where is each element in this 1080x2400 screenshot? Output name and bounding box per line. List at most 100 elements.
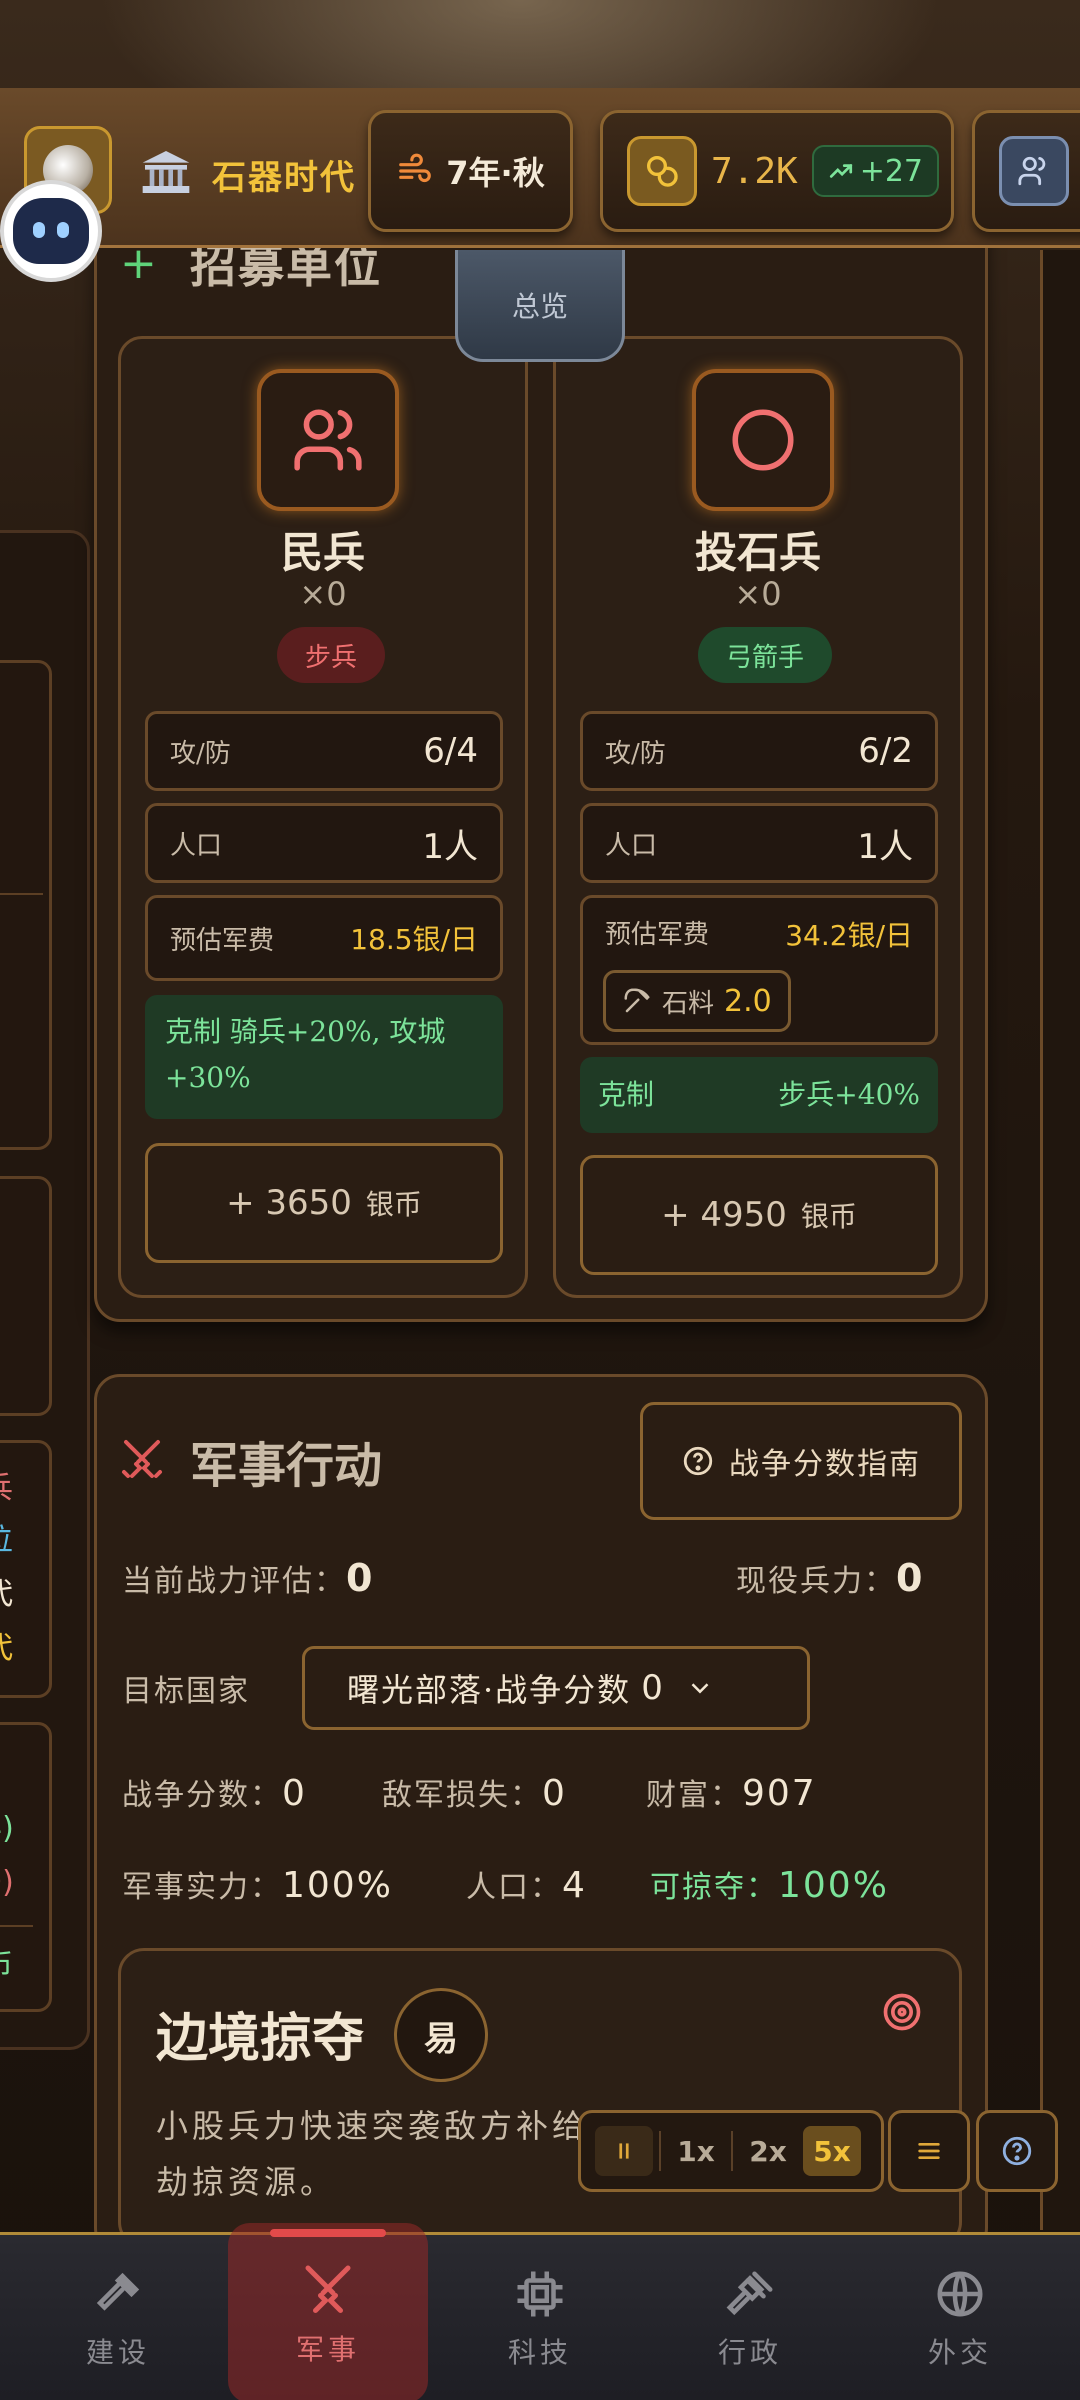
enemy-loss-value: 0: [542, 1773, 567, 1814]
stat-label: 人口: [605, 830, 658, 861]
military-strength: 军事实力：100%: [122, 1862, 393, 1906]
help-button[interactable]: [976, 2110, 1058, 2192]
left-strip-text: 币: [0, 1941, 13, 1985]
population-label: 人口：: [466, 1870, 562, 1905]
recruit-button[interactable]: + 3650 银币: [145, 1143, 503, 1263]
left-card[interactable]: 兵 位 代 代: [0, 1440, 52, 1698]
counter-label: 克制: [598, 1078, 655, 1111]
users-icon: [999, 136, 1069, 206]
military-title: 军事行动: [190, 1438, 383, 1494]
stat-atk-def: 攻/防 6/2: [580, 711, 938, 791]
strength-label: 军事实力：: [122, 1870, 282, 1905]
left-strip-text: 代: [0, 1569, 13, 1613]
nav-label: 军事: [295, 2333, 360, 2366]
recruit-currency: 银币: [365, 1188, 422, 1221]
unit-name: 民兵: [280, 528, 365, 577]
silver-amount: 7.2K: [711, 150, 798, 192]
recruit-price: + 3650: [226, 1183, 352, 1223]
wealth-label: 财富：: [646, 1778, 742, 1813]
gavel-icon: [726, 2271, 773, 2316]
stat-label: 预估军费: [605, 920, 710, 950]
recruit-price: + 4950: [661, 1195, 787, 1235]
wealth-value: 907: [742, 1773, 817, 1814]
material-value: 2.0: [724, 983, 772, 1019]
game-speed-control: 1x 2x 5x: [578, 2110, 884, 2192]
recruit-button[interactable]: + 4950 银币: [580, 1155, 938, 1275]
tab-overview[interactable]: 总览: [455, 250, 625, 362]
counter-info: 克制 骑兵+20%, 攻城 +30%: [145, 995, 503, 1119]
material-label: 石料: [662, 988, 715, 1019]
divider: [731, 2131, 733, 2171]
stat-value: 1人: [422, 826, 478, 867]
enemy-population: 人口：4: [466, 1862, 587, 1906]
pickaxe-icon: [624, 988, 650, 1013]
silver-display[interactable]: 7.2K +27: [600, 110, 954, 232]
active-troops: 现役兵力：0: [736, 1556, 924, 1600]
plunderable: 可掠夺：100%: [650, 1862, 889, 1906]
unit-card-militia[interactable]: 民兵 ×0 步兵 攻/防 6/4 人口 1人 预估军费 18.5银/日 克制 骑…: [118, 336, 528, 1298]
war-score: 战争分数：0: [122, 1770, 307, 1814]
active-indicator: [270, 2229, 386, 2237]
stat-value: 18.5银/日: [350, 923, 478, 956]
nav-diplomacy[interactable]: 外交: [860, 2235, 1060, 2400]
menu-button[interactable]: [888, 2110, 970, 2192]
stat-value: 6/2: [858, 731, 913, 771]
classical-building-icon: [142, 151, 190, 193]
stat-value: 6/4: [423, 731, 478, 771]
stat-label: 人口: [170, 830, 223, 861]
users-icon: [257, 369, 399, 511]
raid-title: 边境掠夺: [156, 2008, 365, 2069]
nav-label: 行政: [717, 2336, 782, 2369]
speed-2x-button[interactable]: 2x: [739, 2126, 797, 2176]
silver-income: +27: [859, 153, 924, 189]
crossed-swords-icon: [305, 2265, 351, 2313]
left-strip-text: 位: [0, 1515, 13, 1559]
left-card[interactable]: [0, 1176, 52, 1416]
bottom-navigation: 建设 军事 科技 行政 外交: [0, 2223, 1080, 2400]
coins-icon: [627, 136, 697, 206]
nav-label: 科技: [507, 2336, 572, 2369]
stat-population: 人口 1人: [145, 803, 503, 883]
active-troops-label: 现役兵力：: [736, 1564, 896, 1599]
season-text: 7年·秋: [446, 154, 545, 192]
population-value: 4: [562, 1865, 587, 1906]
unit-type-badge: 弓箭手: [698, 627, 833, 683]
nav-admin[interactable]: 行政: [650, 2235, 850, 2400]
pause-icon[interactable]: [595, 2126, 653, 2176]
top-resource-bar: 石器时代 7年·秋 7.2K +27: [0, 88, 1080, 248]
side-panel-right: [1040, 250, 1080, 2230]
nav-tech[interactable]: 科技: [440, 2235, 640, 2400]
stat-label: 攻/防: [605, 738, 666, 769]
combat-power-label: 当前战力评估：: [122, 1564, 346, 1599]
nav-label: 建设: [85, 2336, 150, 2369]
war-score-guide-button[interactable]: 战争分数指南: [640, 1402, 962, 1520]
nav-label: 外交: [927, 2336, 992, 2369]
chevron-down-icon: [691, 1683, 709, 1694]
divider: [659, 2131, 661, 2171]
speed-5x-button[interactable]: 5x: [803, 2126, 861, 2176]
difficulty-badge: 易: [394, 1988, 488, 2082]
population-display[interactable]: [972, 110, 1080, 232]
stat-population: 人口 1人: [580, 803, 938, 883]
recruit-currency: 银币: [800, 1200, 857, 1233]
help-circle-icon: [1002, 2136, 1032, 2166]
left-card[interactable]: [0, 660, 52, 1150]
robot-face-icon[interactable]: [0, 180, 102, 282]
trend-up-icon: [829, 164, 852, 178]
help-circle-icon: [683, 1446, 713, 1476]
target-nation-select[interactable]: 曙光部落·战争分数 0: [302, 1646, 810, 1730]
speed-1x-button[interactable]: 1x: [667, 2126, 725, 2176]
season-display[interactable]: 7年·秋: [368, 110, 573, 232]
wind-icon: [399, 153, 432, 183]
counter-value: 步兵+40%: [778, 1078, 920, 1111]
unit-name: 投石兵: [694, 528, 821, 577]
combat-power-value: 0: [346, 1556, 375, 1600]
left-card[interactable]: 4) 0) 币: [0, 1722, 52, 2012]
target-icon: [883, 1993, 921, 2031]
unit-card-slinger[interactable]: 投石兵 ×0 弓箭手 攻/防 6/2 人口 1人 预估军费 34.2银/日 石料…: [553, 336, 963, 1298]
left-strip-text: 兵: [0, 1463, 13, 1507]
nav-build[interactable]: 建设: [18, 2235, 218, 2400]
left-strip-text: 0): [0, 1865, 14, 1900]
plunder-value: 100%: [778, 1865, 889, 1906]
nav-military[interactable]: 军事: [228, 2223, 428, 2400]
